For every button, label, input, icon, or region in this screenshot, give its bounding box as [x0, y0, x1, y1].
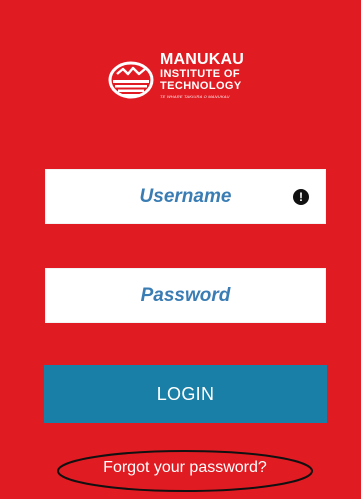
logo-line-3: TECHNOLOGY	[160, 80, 242, 92]
forgot-password-link[interactable]: Forgot your password?	[56, 459, 314, 477]
forgot-password-area: Forgot your password?	[56, 449, 314, 493]
password-input[interactable]	[46, 269, 325, 322]
username-input[interactable]	[46, 170, 325, 223]
login-button[interactable]: LOGIN	[44, 365, 327, 423]
logo-wordmark: MANUKAU INSTITUTE OF TECHNOLOGY Te Whare…	[160, 52, 244, 99]
institute-emblem-icon	[108, 61, 154, 99]
password-field-box	[45, 268, 326, 323]
logo-name: MANUKAU	[160, 51, 245, 68]
logo-tagline: Te Whare Takiura o Manukau	[160, 94, 230, 99]
logo-line-2: INSTITUTE OF	[160, 68, 240, 80]
institute-logo: MANUKAU INSTITUTE OF TECHNOLOGY Te Whare…	[108, 52, 263, 110]
exclamation-circle-icon: !	[293, 189, 309, 205]
username-field-box: !	[45, 169, 326, 224]
